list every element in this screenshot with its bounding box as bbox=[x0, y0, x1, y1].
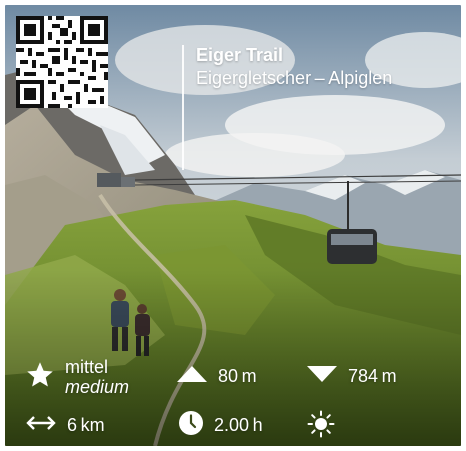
stat-descent: 784 m bbox=[306, 365, 397, 388]
clock-icon bbox=[178, 410, 204, 441]
trail-route: Eigergletscher – Alpiglen bbox=[196, 68, 393, 88]
stat-duration: 2.00 h bbox=[178, 410, 263, 441]
ascent-value: 80 m bbox=[218, 366, 257, 386]
distance-value: 6 km bbox=[67, 415, 105, 435]
trail-name: Eiger Trail bbox=[196, 45, 284, 65]
triangle-down-icon bbox=[306, 365, 338, 388]
difficulty-de: mittel bbox=[65, 357, 109, 377]
duration-value: 2.00 h bbox=[214, 415, 263, 435]
trail-card: Eiger Trail Eigergletscher – Alpiglen mi… bbox=[5, 5, 461, 446]
stat-ascent: 80 m bbox=[176, 365, 257, 388]
star-icon bbox=[25, 360, 55, 395]
difficulty-en: medium bbox=[65, 377, 130, 397]
sun-icon bbox=[307, 410, 335, 443]
qr-code[interactable] bbox=[16, 16, 108, 108]
stat-distance: 6 km bbox=[25, 414, 105, 437]
descent-value: 784 m bbox=[348, 366, 397, 386]
double-arrow-icon bbox=[25, 414, 57, 437]
stat-season bbox=[307, 410, 335, 443]
stat-difficulty: mittel medium bbox=[25, 357, 129, 397]
triangle-up-icon bbox=[176, 365, 208, 388]
trail-title-block: Eiger Trail Eigergletscher – Alpiglen bbox=[182, 45, 392, 170]
